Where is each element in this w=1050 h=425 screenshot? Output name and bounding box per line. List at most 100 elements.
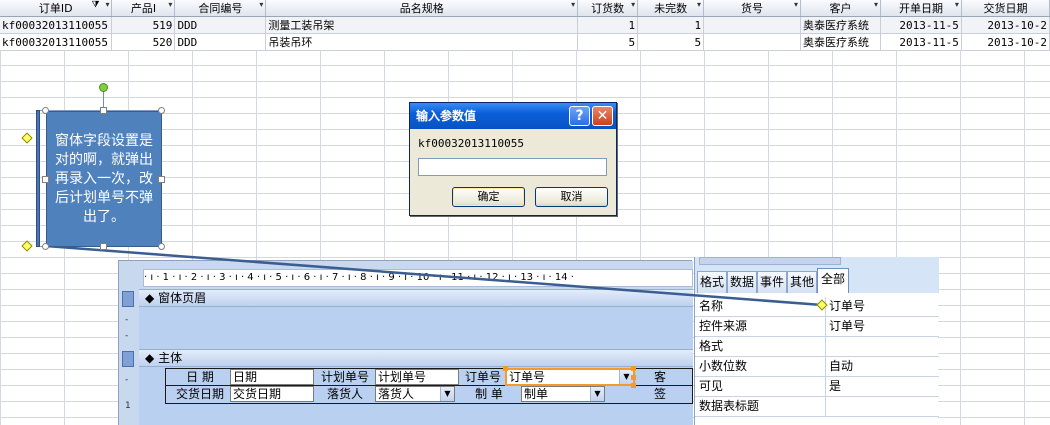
resize-handle[interactable] [158, 243, 165, 250]
parameter-input[interactable] [418, 158, 607, 176]
property-value[interactable]: 是 [829, 377, 841, 396]
maker-combobox[interactable]: 制单 ▼ [521, 386, 605, 402]
cell-open-date[interactable]: 2013-11-5 [880, 33, 962, 51]
chevron-down-icon[interactable]: ▼ [440, 387, 454, 401]
dropdown-icon[interactable]: ▾ [571, 0, 575, 9]
date-label[interactable]: 日 期 [171, 369, 229, 385]
tab-event[interactable]: 事件 [757, 271, 787, 293]
property-value[interactable]: 订单号 [829, 317, 865, 336]
date-textbox[interactable]: 日期 [230, 369, 314, 385]
property-row-visible[interactable]: 可见 是 [695, 377, 939, 397]
plan-no-textbox[interactable]: 计划单号 [375, 369, 459, 385]
column-header-due-date[interactable]: 交货日期 [961, 0, 1050, 17]
dropdown-icon[interactable]: ▾ [955, 0, 959, 9]
cell-spec[interactable]: 测量工装吊架 [265, 16, 579, 34]
receiver-combobox[interactable]: 落货人 ▼ [375, 386, 455, 402]
cell-due-date[interactable]: 2013-10-2 [961, 16, 1050, 34]
table-row[interactable]: kf00032013110055 520 DDD 吊装吊环 5 5 奥泰医疗系统… [0, 33, 1050, 51]
filter-dropdown-icon[interactable]: ▾ [105, 0, 109, 9]
resize-handle[interactable] [631, 375, 636, 380]
resize-handle[interactable] [631, 383, 636, 388]
chevron-down-icon[interactable]: ▼ [590, 387, 604, 401]
resize-handle[interactable] [42, 176, 49, 183]
header-selector[interactable] [122, 291, 134, 307]
receiver-label[interactable]: 落货人 [315, 386, 375, 402]
order-no-combobox[interactable]: 订单号 ▼ [505, 368, 635, 386]
property-scrollbar[interactable] [699, 257, 841, 265]
cell-due-date[interactable]: 2013-10-2 [961, 33, 1050, 51]
cell-item-no[interactable] [703, 33, 801, 51]
due-date-textbox[interactable]: 交货日期 [230, 386, 314, 402]
cell-customer[interactable]: 奥泰医疗系统 [800, 16, 881, 34]
cancel-button[interactable]: 取消 [535, 187, 608, 207]
property-row-name[interactable]: 名称 订单号 [695, 297, 939, 317]
property-row-decimal-places[interactable]: 小数位数 自动 [695, 357, 939, 377]
column-header-item-no[interactable]: 货号 ▾ [703, 0, 801, 17]
column-header-spec[interactable]: 品名规格 ▾ [265, 0, 579, 17]
cell-product-id[interactable]: 520 [111, 33, 176, 51]
cell-item-no[interactable] [703, 16, 801, 34]
tab-format[interactable]: 格式 [697, 271, 727, 293]
resize-handle[interactable] [158, 176, 165, 183]
resize-handle[interactable] [42, 107, 49, 114]
detail-band[interactable]: ◆ 主体 [139, 349, 693, 367]
form-selector[interactable] [119, 269, 139, 289]
dropdown-icon[interactable]: ▾ [168, 0, 172, 9]
help-icon[interactable]: ? [569, 106, 590, 126]
cell-product-id[interactable]: 519 [111, 16, 176, 34]
plan-no-label[interactable]: 计划单号 [315, 369, 375, 385]
tab-other[interactable]: 其他 [787, 271, 817, 293]
rotate-handle[interactable] [99, 83, 108, 92]
dropdown-icon[interactable]: ▾ [697, 0, 701, 9]
tab-data[interactable]: 数据 [727, 271, 757, 293]
column-header-contract-no[interactable]: 合同编号 ▾ [174, 0, 267, 17]
cell-remaining[interactable]: 5 [637, 33, 705, 51]
close-icon[interactable]: ✕ [592, 106, 613, 126]
resize-handle[interactable] [100, 107, 107, 114]
order-no-label[interactable]: 订单号 [461, 369, 505, 385]
table-row[interactable]: kf00032013110055 519 DDD 测量工装吊架 1 1 奥泰医疗… [0, 16, 1050, 34]
column-header-remaining[interactable]: 未完数 ▾ [637, 0, 705, 17]
dropdown-icon[interactable]: ▾ [259, 0, 263, 9]
column-header-product-id[interactable]: 产品I ▾ [111, 0, 176, 17]
resize-handle[interactable] [100, 243, 107, 250]
cell-customer[interactable]: 奥泰医疗系统 [800, 33, 881, 51]
column-header-open-date[interactable]: 开单日期 ▾ [880, 0, 962, 17]
customer-label[interactable]: 客 [649, 369, 671, 385]
resize-handle[interactable] [42, 243, 49, 250]
sign-label[interactable]: 签 [649, 386, 671, 402]
cell-order-qty[interactable]: 5 [577, 33, 639, 51]
cell-contract-no[interactable]: DDD [174, 33, 267, 51]
column-header-order-id[interactable]: 订单ID ▾ ⧩ [0, 0, 113, 17]
resize-handle[interactable] [158, 107, 165, 114]
cell-order-qty[interactable]: 1 [577, 16, 639, 34]
property-value[interactable]: 自动 [829, 357, 853, 376]
ok-button[interactable]: 确定 [452, 187, 525, 207]
dropdown-icon[interactable]: ▾ [874, 0, 878, 9]
cell-open-date[interactable]: 2013-11-5 [880, 16, 962, 34]
detail-selector[interactable] [122, 351, 134, 367]
property-row-datasheet-caption[interactable]: 数据表标题 [695, 397, 939, 417]
dialog-titlebar[interactable]: 输入参数值 ? ✕ [410, 103, 616, 129]
datasheet-table[interactable]: 订单ID ▾ ⧩ 产品I ▾ 合同编号 ▾ 品名规格 ▾ 订货数 ▾ 未完数 ▾ 货号 ▾ 客… [0, 0, 1050, 51]
property-value[interactable]: 订单号 [829, 297, 865, 316]
callout-note[interactable]: 窗体字段设置是对的啊，就弹出再录入一次，改后计划单号不弹出了。 [46, 111, 162, 247]
dropdown-icon[interactable]: ▾ [794, 0, 798, 9]
resize-handle[interactable] [631, 366, 636, 371]
due-date-label[interactable]: 交货日期 [171, 386, 229, 402]
tab-all[interactable]: 全部 [817, 268, 849, 293]
form-header-section[interactable] [139, 307, 693, 349]
property-row-format[interactable]: 格式 [695, 337, 939, 357]
cell-contract-no[interactable]: DDD [174, 16, 267, 34]
cell-order-id[interactable]: kf00032013110055 [0, 16, 113, 34]
property-row-control-source[interactable]: 控件来源 订单号 [695, 317, 939, 337]
column-header-customer[interactable]: 客户 ▾ [800, 0, 881, 17]
form-header-band[interactable]: ◆ 窗体页眉 [139, 289, 693, 307]
column-header-order-qty[interactable]: 订货数 ▾ [577, 0, 639, 17]
cell-spec[interactable]: 吊装吊环 [265, 33, 579, 51]
resize-handle[interactable] [503, 366, 508, 371]
cell-order-id[interactable]: kf00032013110055 [0, 33, 113, 51]
maker-label[interactable]: 制 单 [461, 386, 517, 402]
dropdown-icon[interactable]: ▾ [631, 0, 635, 9]
cell-remaining[interactable]: 1 [637, 16, 705, 34]
